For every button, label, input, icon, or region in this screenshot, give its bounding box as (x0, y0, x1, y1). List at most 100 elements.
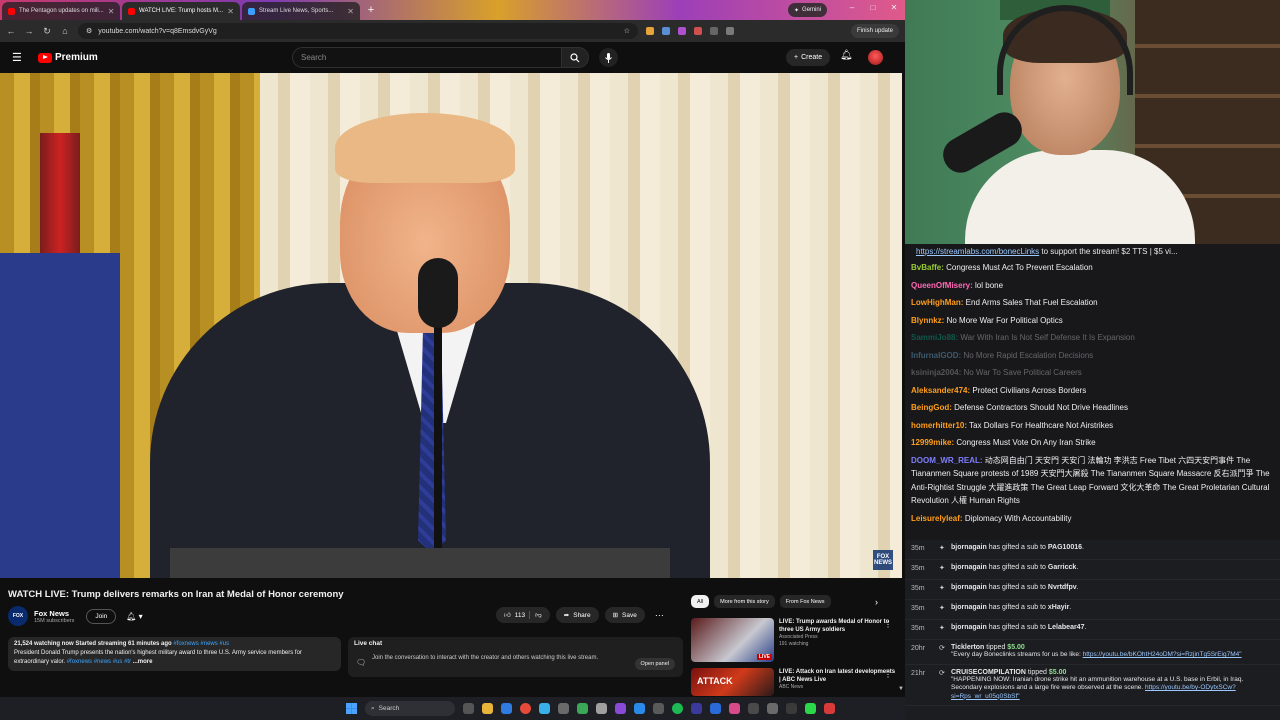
scroll-down-icon[interactable]: ▼ (898, 686, 904, 692)
more-options-icon[interactable]: ⋮ (884, 620, 892, 629)
browser-tab-active[interactable]: WATCH LIVE: Trump hosts M... ✕ (122, 2, 240, 20)
taskbar-search[interactable]: ⌕ Search (365, 701, 455, 716)
alert-user[interactable]: bjornagain (951, 604, 987, 611)
minimize-icon[interactable]: – (845, 3, 859, 12)
recommended-video[interactable]: ATTACK LIVE: Attack on Iran latest devel… (691, 668, 896, 696)
app-icon[interactable] (710, 703, 721, 714)
recommended-video[interactable]: LIVE LIVE: Trump awards Medal of Honor t… (691, 618, 896, 662)
notifications-bell-icon[interactable]: 🔔︎ (840, 50, 853, 61)
ticker-link[interactable]: https://streamlabs.com/bonecLinks (916, 247, 1039, 256)
site-info-icon[interactable]: ⚙ (86, 27, 92, 35)
app-icon[interactable] (729, 703, 740, 714)
alert-user[interactable]: bjornagain (951, 624, 987, 631)
maximize-icon[interactable]: □ (866, 3, 880, 12)
chip-from-fox-news[interactable]: From Fox News (779, 595, 831, 608)
join-button[interactable]: Join (86, 608, 117, 624)
extension-icon[interactable] (662, 27, 670, 35)
alert-target[interactable]: xHayir (1048, 604, 1069, 611)
recommended-title[interactable]: LIVE: Attack on Iran latest developments… (779, 668, 896, 684)
app-icon[interactable] (596, 703, 607, 714)
video-thumbnail[interactable]: LIVE (691, 618, 774, 662)
app-icon[interactable] (634, 703, 645, 714)
alert-target[interactable]: Nvrtdfpv (1048, 584, 1077, 591)
search-button[interactable] (561, 47, 589, 68)
address-bar[interactable]: ⚙ youtube.com/watch?v=q8EmsdvGyVg ☆ (78, 23, 638, 39)
app-icon[interactable] (691, 703, 702, 714)
alert-message-link[interactable]: https://youtu.be/bKOhtH24oDM?si=RzjinTg5… (1083, 651, 1242, 658)
close-icon[interactable]: ✕ (227, 7, 234, 16)
video-thumbnail[interactable]: ATTACK (691, 668, 774, 696)
gemini-button[interactable]: ✦ Gemini (788, 3, 828, 17)
save-button[interactable]: ⊞ Save (604, 607, 645, 623)
alert-user[interactable]: bjornagain (951, 564, 987, 571)
chat-username[interactable]: ksininja2004: (911, 368, 961, 377)
create-button[interactable]: + Create (786, 49, 831, 66)
app-icon[interactable] (805, 703, 816, 714)
close-icon[interactable]: ✕ (108, 7, 115, 16)
app-icon[interactable] (615, 703, 626, 714)
app-icon[interactable] (558, 703, 569, 714)
chrome-icon[interactable] (520, 703, 531, 714)
browser-tab[interactable]: The Pentagon updates on mili... ✕ (2, 2, 120, 20)
app-icon[interactable] (748, 703, 759, 714)
thumbs-down-icon[interactable]: 👎︎ (529, 611, 542, 619)
task-view-icon[interactable] (463, 703, 474, 714)
finish-update-button[interactable]: Finish update (850, 24, 899, 38)
close-icon[interactable]: ✕ (347, 7, 354, 16)
account-avatar[interactable] (868, 50, 883, 65)
chat-username[interactable]: DOOM_WR_REAL: (911, 456, 983, 465)
forward-icon[interactable]: → (24, 26, 34, 36)
voice-search-button[interactable] (599, 48, 618, 67)
alert-target[interactable]: PAG10016 (1048, 544, 1082, 551)
extension-icon[interactable] (694, 27, 702, 35)
chat-username[interactable]: QueenOfMisery: (911, 281, 973, 290)
windows-start-icon[interactable] (346, 703, 357, 714)
chat-username[interactable]: Aleksander474: (911, 386, 970, 395)
app-icon[interactable] (767, 703, 778, 714)
description-tags[interactable]: #foxnews #news #us (173, 641, 229, 647)
description-tags[interactable]: #foxnews #news #us #tr (67, 659, 131, 665)
chip-all[interactable]: All (691, 595, 710, 608)
alert-user[interactable]: bjornagain (951, 584, 987, 591)
channel-name[interactable]: Fox News (34, 609, 74, 618)
like-button[interactable]: 👍︎ 113 👎︎ (496, 607, 550, 623)
chip-more-from-story[interactable]: More from this story (714, 595, 775, 608)
bookmark-star-icon[interactable]: ☆ (624, 27, 630, 35)
more-actions-icon[interactable]: ⋯ (655, 610, 664, 621)
extension-icon[interactable] (678, 27, 686, 35)
app-icon[interactable] (539, 703, 550, 714)
chat-username[interactable]: SammiJo88: (911, 333, 958, 342)
chat-username[interactable]: Blynnkz: (911, 316, 944, 325)
extensions-puzzle-icon[interactable] (710, 27, 718, 35)
open-panel-button[interactable]: Open panel (634, 658, 675, 670)
file-explorer-icon[interactable] (482, 703, 493, 714)
browser-tab[interactable]: Stream Live News, Sports... ✕ (242, 2, 360, 20)
alert-target[interactable]: Lelabear47 (1048, 624, 1085, 631)
description-more-link[interactable]: ...more (133, 659, 153, 665)
back-icon[interactable]: ← (6, 26, 16, 36)
close-window-icon[interactable]: ✕ (887, 3, 901, 12)
profile-icon[interactable] (726, 27, 734, 35)
chat-username[interactable]: BvBaffe: (911, 263, 944, 272)
video-player[interactable]: FOX NEWS (0, 73, 902, 578)
edge-icon[interactable] (501, 703, 512, 714)
app-icon[interactable] (824, 703, 835, 714)
alert-target[interactable]: Garricck (1048, 564, 1076, 571)
app-icon[interactable] (653, 703, 664, 714)
home-icon[interactable]: ⌂ (60, 26, 70, 36)
spotify-icon[interactable] (672, 703, 683, 714)
chat-username[interactable]: 12999mike: (911, 438, 954, 447)
new-tab-icon[interactable]: + (364, 4, 378, 16)
chat-username[interactable]: homerhitter10: (911, 421, 967, 430)
channel-avatar[interactable]: FOX (8, 606, 28, 626)
chat-username[interactable]: LowHighMan: (911, 298, 963, 307)
app-icon[interactable] (786, 703, 797, 714)
chat-username[interactable]: Leisurelyleaf: (911, 514, 963, 523)
app-icon[interactable] (577, 703, 588, 714)
menu-icon[interactable]: ☰ (12, 51, 22, 64)
subscribe-bell-icon[interactable]: 🔔︎ ▾ (126, 612, 142, 621)
extension-icon[interactable] (646, 27, 654, 35)
alert-user[interactable]: CRUISECOMPILATION (951, 669, 1026, 676)
search-input[interactable]: Search (292, 47, 562, 68)
alert-user[interactable]: Ticklerton (951, 644, 984, 651)
